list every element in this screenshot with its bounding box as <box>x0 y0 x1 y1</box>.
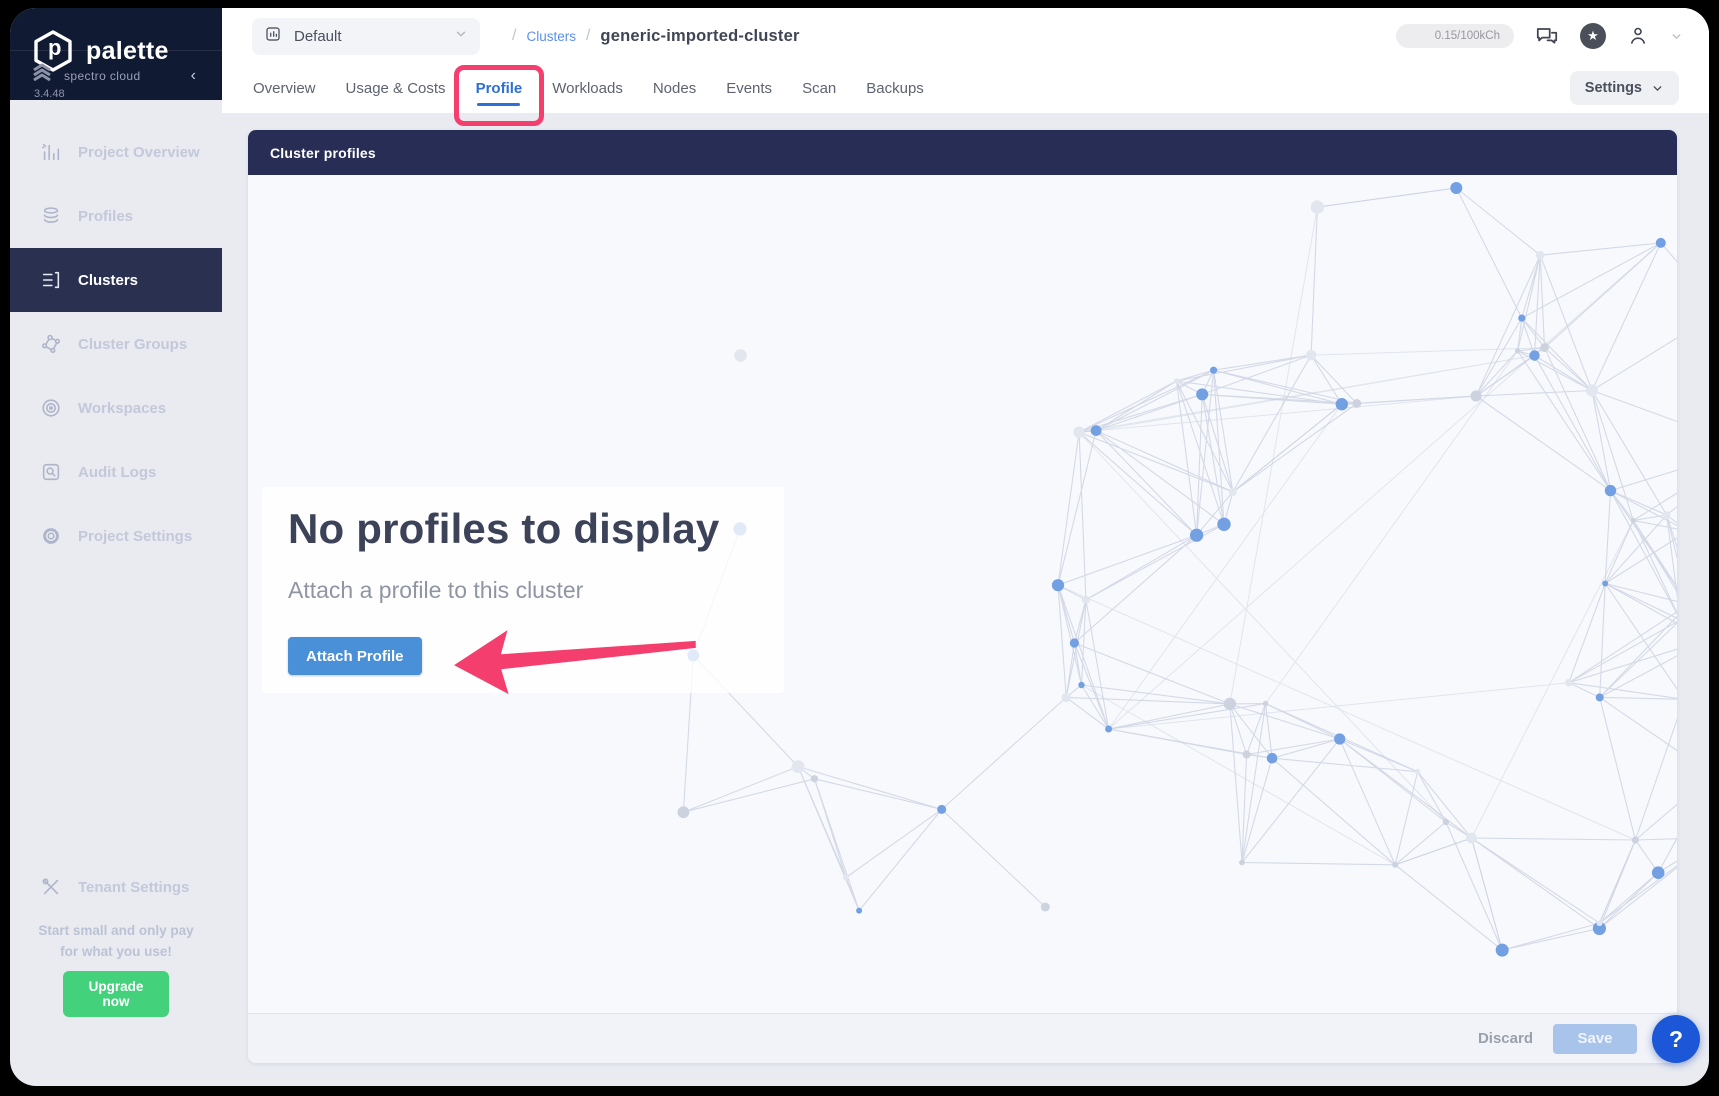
tab-label: Backups <box>866 80 924 97</box>
tab-nodes[interactable]: Nodes <box>653 64 696 113</box>
sidebar-item-label: Audit Logs <box>78 464 156 481</box>
list-icon <box>40 269 62 291</box>
breadcrumb: / Clusters / generic-imported-cluster <box>512 27 800 46</box>
target-icon <box>40 397 62 419</box>
upgrade-promo-text: Start small and only pay for what you us… <box>10 920 222 962</box>
tab-workloads[interactable]: Workloads <box>552 64 623 113</box>
tab-label: Nodes <box>653 80 696 97</box>
project-selector[interactable]: Default <box>252 18 480 55</box>
chevron-down-icon <box>454 27 468 46</box>
sidebar-item-label: Cluster Groups <box>78 336 187 353</box>
panel-footer: Discard Save <box>248 1013 1677 1063</box>
sidebar: p palette 3.4.48 Project Overview Profil… <box>10 8 222 100</box>
cluster-profiles-panel: Cluster profiles No profiles to display … <box>248 130 1677 1063</box>
active-tab-underline <box>477 103 520 106</box>
sidebar-item-label: Profiles <box>78 208 133 225</box>
sidebar-footer: spectro cloud ‹ <box>10 50 222 100</box>
empty-state-subtitle: Attach a profile to this cluster <box>288 577 758 604</box>
sidebar-item-tenant-settings[interactable]: Tenant Settings <box>10 859 222 915</box>
sidebar-item-label: Workspaces <box>78 400 166 417</box>
spectro-cloud-name: spectro cloud <box>64 69 181 83</box>
tab-label: Scan <box>802 80 836 97</box>
breadcrumb-separator: / <box>586 27 590 45</box>
sidebar-item-workspaces[interactable]: Workspaces <box>10 376 222 440</box>
sidebar-item-label: Clusters <box>78 272 138 289</box>
help-button[interactable]: ? <box>1652 1015 1700 1063</box>
tab-label: Events <box>726 80 772 97</box>
tab-backups[interactable]: Backups <box>866 64 924 113</box>
sidebar-item-project-settings[interactable]: Project Settings <box>10 504 222 568</box>
star-badge-icon[interactable]: ★ <box>1580 23 1606 49</box>
panel-body: No profiles to display Attach a profile … <box>248 175 1677 1013</box>
tab-profile[interactable]: Profile <box>476 64 523 113</box>
tab-label: Overview <box>253 80 316 97</box>
tenant-settings-label: Tenant Settings <box>78 879 189 896</box>
gear-icon <box>40 525 62 547</box>
sidebar-item-profiles[interactable]: Profiles <box>10 184 222 248</box>
settings-button[interactable]: Settings <box>1570 71 1679 105</box>
topbar: Default / Clusters / generic-imported-cl… <box>222 8 1709 113</box>
discard-button[interactable]: Discard <box>1478 1030 1533 1047</box>
chevron-down-icon[interactable] <box>1670 30 1683 43</box>
app-window: p palette 3.4.48 Project Overview Profil… <box>10 8 1709 1086</box>
sidebar-item-project-overview[interactable]: Project Overview <box>10 120 222 184</box>
mini-chart-icon <box>264 25 282 48</box>
tab-overview[interactable]: Overview <box>253 64 316 113</box>
spectro-cloud-logo-icon <box>30 61 54 90</box>
project-selector-value: Default <box>294 28 442 45</box>
tab-scan[interactable]: Scan <box>802 64 836 113</box>
network-icon <box>40 333 62 355</box>
empty-state-title: No profiles to display <box>288 505 758 553</box>
usage-badge: 0.15/100kCh <box>1396 24 1514 48</box>
panel-header: Cluster profiles <box>248 130 1677 175</box>
user-icon[interactable] <box>1626 24 1650 48</box>
tab-label: Usage & Costs <box>346 80 446 97</box>
tab-events[interactable]: Events <box>726 64 772 113</box>
annotation-arrow <box>449 621 700 697</box>
tab-usage-costs[interactable]: Usage & Costs <box>346 64 446 113</box>
save-button[interactable]: Save <box>1553 1024 1637 1054</box>
sidebar-item-cluster-groups[interactable]: Cluster Groups <box>10 312 222 376</box>
collapse-sidebar-icon[interactable]: ‹ <box>191 67 202 85</box>
sidebar-item-audit-logs[interactable]: Audit Logs <box>10 440 222 504</box>
sidebar-item-clusters[interactable]: Clusters <box>10 248 222 312</box>
tab-label: Workloads <box>552 80 623 97</box>
breadcrumb-link-clusters[interactable]: Clusters <box>526 29 576 44</box>
settings-button-label: Settings <box>1585 80 1642 96</box>
breadcrumb-current: generic-imported-cluster <box>600 27 799 46</box>
tools-icon <box>40 876 62 898</box>
sidebar-item-label: Project Settings <box>78 528 192 545</box>
chevron-down-icon <box>1651 82 1664 95</box>
sidebar-item-label: Project Overview <box>78 144 200 161</box>
sidebar-nav: Project Overview Profiles Clusters Clust… <box>10 120 222 568</box>
cluster-tabs: Overview Usage & Costs Profile Workloads… <box>253 64 924 113</box>
panel-title: Cluster profiles <box>270 145 376 161</box>
breadcrumb-separator: / <box>512 27 516 45</box>
upgrade-now-button[interactable]: Upgrade now <box>63 971 169 1017</box>
chat-icon[interactable] <box>1534 23 1560 49</box>
bar-chart-icon <box>40 141 62 163</box>
attach-profile-button[interactable]: Attach Profile <box>288 637 422 675</box>
search-doc-icon <box>40 461 62 483</box>
layers-icon <box>40 205 62 227</box>
tab-label: Profile <box>476 80 523 97</box>
